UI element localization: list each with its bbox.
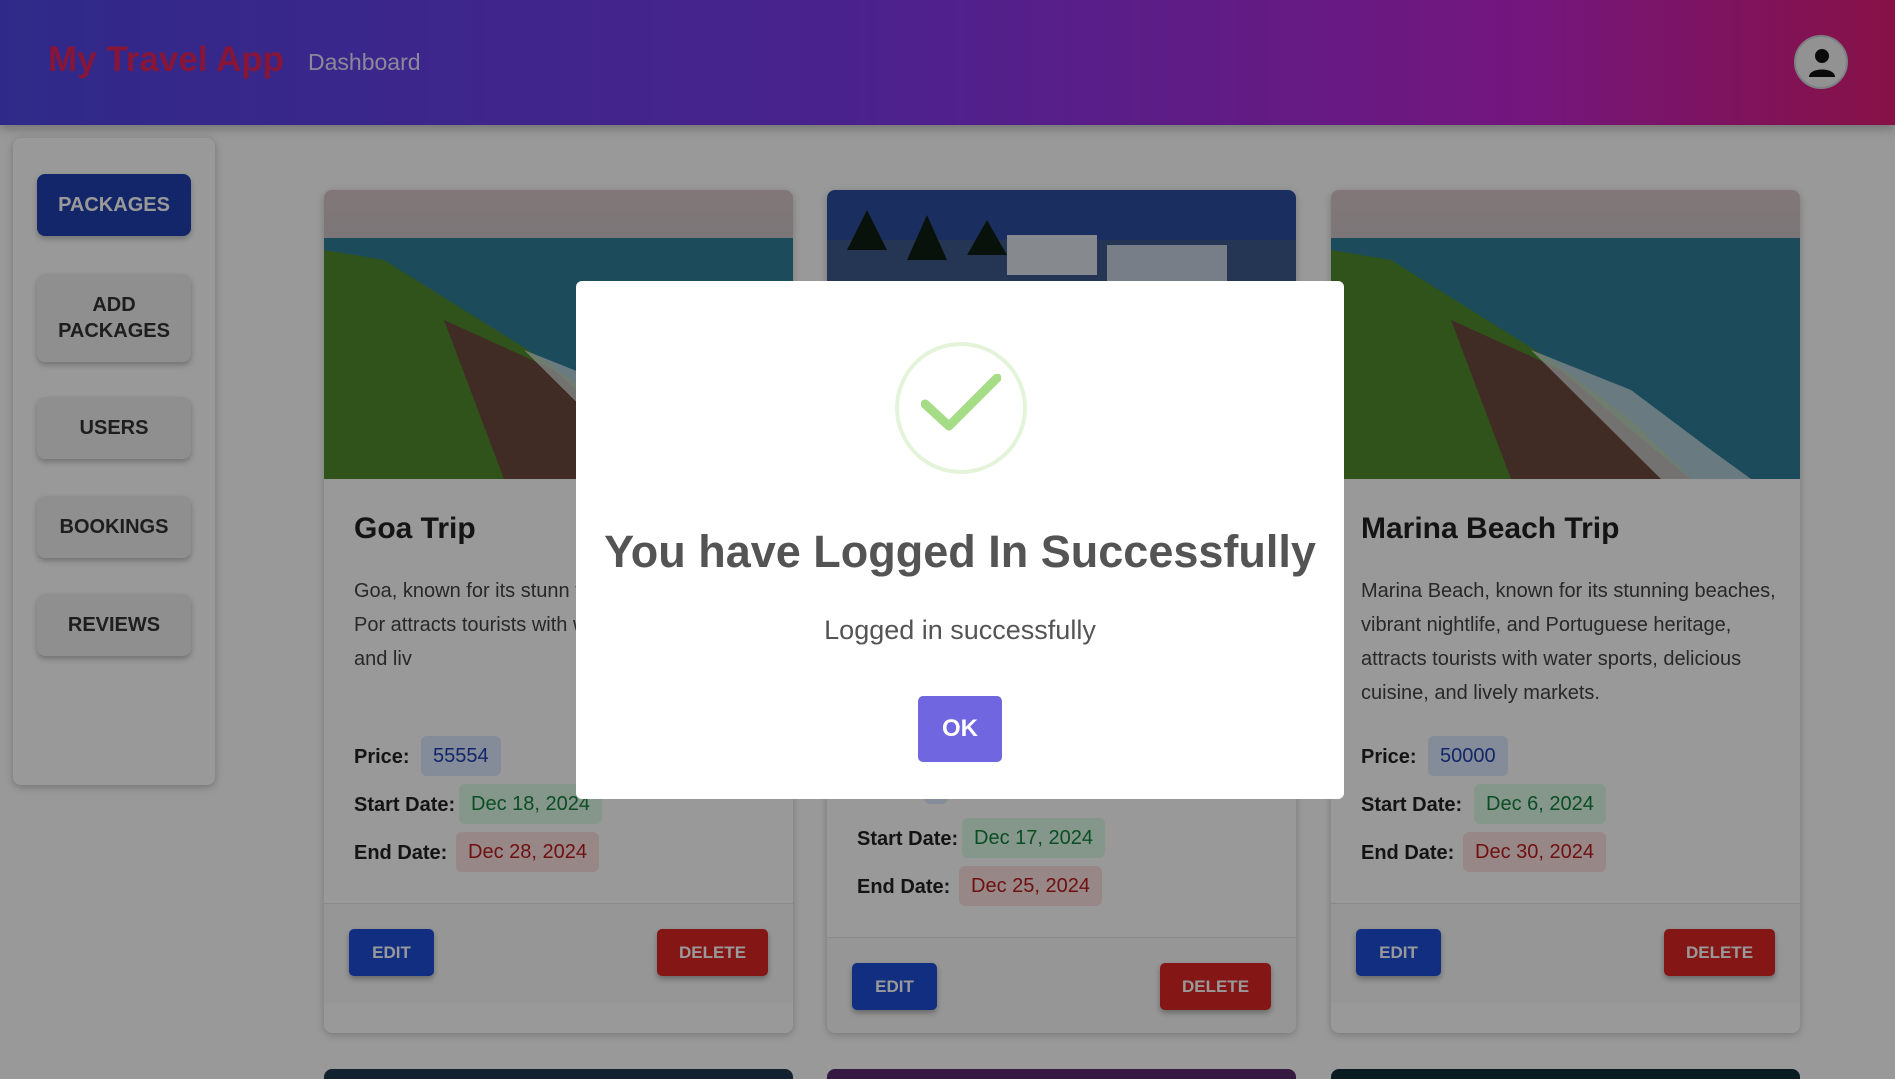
success-dialog: You have Logged In Successfully Logged i… [576,281,1344,799]
checkmark-icon [921,374,1001,431]
success-icon [895,342,1027,474]
dialog-title: You have Logged In Successfully [604,526,1316,577]
dialog-message: Logged in successfully [824,615,1096,645]
ok-button[interactable]: OK [918,696,1002,762]
